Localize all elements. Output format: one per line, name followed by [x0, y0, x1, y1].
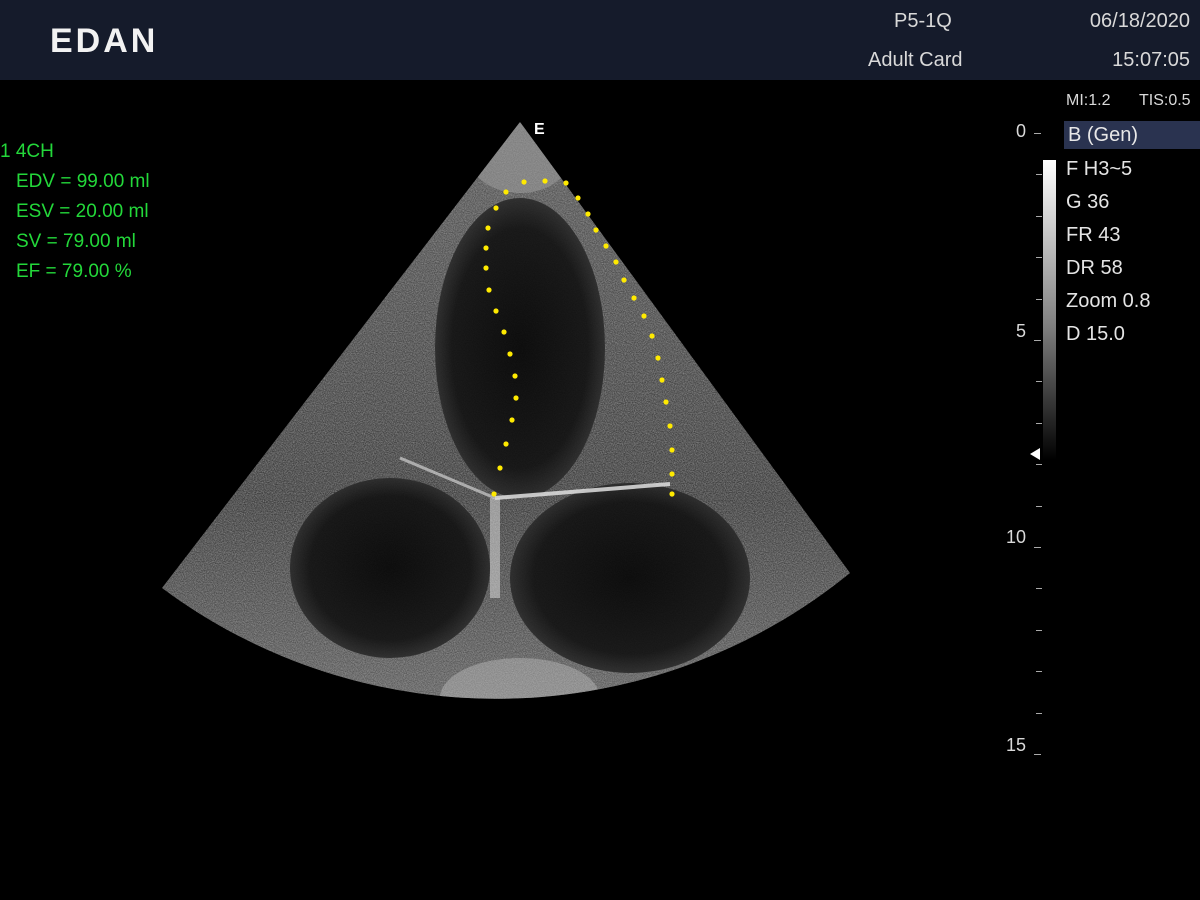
trace-dot [507, 351, 513, 357]
depth-tick [1036, 588, 1042, 590]
depth-tick [1036, 298, 1042, 300]
gray-scale-bar [1043, 160, 1056, 460]
param-frame-rate[interactable]: FR 43 [1066, 222, 1150, 255]
brand-logo: EDAN [50, 22, 159, 60]
time-label: 15:07:05 [1112, 49, 1190, 71]
depth-label-0: 0 [1015, 121, 1026, 141]
depth-label-10: 10 [1005, 527, 1026, 547]
trace-dot [521, 179, 527, 185]
trace-dot [483, 265, 489, 271]
trace-dot [667, 423, 673, 429]
trace-dot [669, 447, 675, 453]
trace-dot [649, 333, 655, 339]
depth-tick [1036, 381, 1042, 383]
imaging-params: F H3~5 G 36 FR 43 DR 58 Zoom 0.8 D 15.0 [1066, 156, 1150, 354]
depth-tick [1036, 712, 1042, 714]
trace-dot [483, 245, 489, 251]
orientation-mark-icon: E [534, 121, 545, 138]
measurement-title: 1 4CH [0, 141, 54, 162]
focus-marker-icon[interactable] [1030, 448, 1040, 460]
measurement-sv: SV = 79.00 ml [16, 231, 136, 252]
trace-dot [542, 178, 548, 184]
param-gain[interactable]: G 36 [1066, 189, 1150, 222]
trace-dot [621, 277, 627, 283]
header-bar: EDAN P5-1Q Adult Card 06/18/2020 15:07:0… [0, 0, 1200, 80]
trace-dot [669, 491, 675, 497]
ultrasound-image[interactable] [150, 118, 870, 758]
depth-tick [1036, 257, 1042, 259]
trace-dot [613, 259, 619, 265]
trace-dot [509, 417, 515, 423]
param-zoom[interactable]: Zoom 0.8 [1066, 288, 1150, 321]
param-dynamic-range[interactable]: DR 58 [1066, 255, 1150, 288]
param-frequency[interactable]: F H3~5 [1066, 156, 1150, 189]
depth-tick [1036, 671, 1042, 673]
trace-dot [575, 195, 581, 201]
probe-label[interactable]: P5-1Q [894, 10, 952, 33]
measurement-esv: ESV = 20.00 ml [16, 201, 149, 222]
param-depth[interactable]: D 15.0 [1066, 321, 1150, 354]
trace-dot [593, 227, 599, 233]
depth-tick [1034, 133, 1041, 134]
thermal-index: TIS:0.5 [1139, 92, 1191, 109]
depth-tick [1036, 505, 1042, 507]
depth-tick [1036, 174, 1042, 176]
trace-dot [512, 373, 518, 379]
depth-tick [1036, 629, 1042, 631]
trace-dot [585, 211, 591, 217]
date-label: 06/18/2020 [1089, 10, 1190, 32]
trace-dot [669, 471, 675, 477]
measurement-edv: EDV = 99.00 ml [16, 171, 150, 192]
depth-label-5: 5 [1015, 321, 1026, 341]
depth-tick [1034, 340, 1041, 341]
depth-tick [1034, 547, 1041, 548]
trace-dot [486, 287, 492, 293]
trace-dot [497, 465, 503, 471]
trace-dot [503, 189, 509, 195]
imaging-mode-label: B (Gen) [1068, 124, 1139, 146]
depth-tick [1036, 464, 1042, 466]
preset-label[interactable]: Adult Card [868, 49, 963, 72]
trace-dot [631, 295, 637, 301]
trace-dot [641, 313, 647, 319]
mechanical-index: MI:1.2 [1066, 92, 1111, 109]
trace-dot [513, 395, 519, 401]
imaging-mode[interactable]: B (Gen) [1064, 121, 1200, 149]
trace-dot [491, 491, 497, 497]
measurement-ef: EF = 79.00 % [16, 261, 132, 282]
trace-dot [485, 225, 491, 231]
depth-label-15: 15 [1005, 735, 1026, 755]
trace-dot [659, 377, 665, 383]
depth-tick [1036, 215, 1042, 217]
trace-dot [563, 180, 569, 186]
depth-tick [1036, 422, 1042, 424]
trace-dot [501, 329, 507, 335]
trace-dot [603, 243, 609, 249]
trace-dot [493, 205, 499, 211]
trace-dot [663, 399, 669, 405]
depth-tick [1034, 754, 1041, 755]
trace-dot [503, 441, 509, 447]
trace-dot [493, 308, 499, 314]
trace-dot [655, 355, 661, 361]
